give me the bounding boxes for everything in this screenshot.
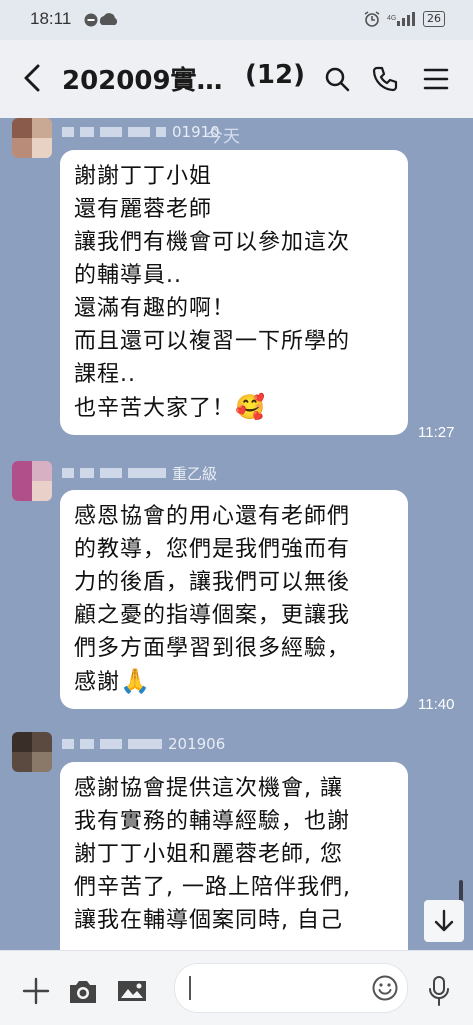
plus-icon[interactable] <box>22 977 50 1005</box>
message-text: 感謝協會提供這次機會, 讓 我有實務的輔導經驗，也謝 謝丁丁小姐和麗蓉老師, 您… <box>74 776 351 933</box>
sender-name: 重乙級 <box>62 462 217 484</box>
message-input[interactable] <box>174 963 408 1013</box>
sender-name-visible: 01910 <box>172 123 220 141</box>
battery-indicator: 26 <box>423 11 445 27</box>
avatar[interactable] <box>12 118 52 158</box>
message-bubble[interactable]: 感謝協會提供這次機會, 讓 我有實務的輔導經驗，也謝 謝丁丁小姐和麗蓉老師, 您… <box>60 762 408 950</box>
camera-icon[interactable] <box>68 977 98 1005</box>
avatar[interactable] <box>12 461 52 501</box>
member-count[interactable]: (12) <box>245 60 305 90</box>
message-composer <box>0 950 473 1025</box>
message-bubble[interactable]: 謝謝丁丁小姐 還有麗蓉老師 讓我們有機會可以參加這次 的輔導員.. 還滿有趣的啊… <box>60 150 408 435</box>
status-time: 18:11 <box>30 9 72 28</box>
alarm-icon <box>364 11 380 27</box>
svg-text:4G: 4G <box>387 15 396 22</box>
microphone-icon[interactable] <box>428 975 450 1007</box>
emoji-smiley-icon[interactable] <box>371 974 399 1002</box>
sender-name: 201906 <box>62 733 225 755</box>
chat-title[interactable]: 202009實… <box>62 60 223 97</box>
status-bar: 18:11 4G 26 <box>0 0 473 40</box>
notification-icons <box>84 13 118 27</box>
scroll-to-bottom-button[interactable] <box>424 900 464 942</box>
back-arrow-icon[interactable] <box>18 60 48 96</box>
system-status-icons: 4G 26 <box>363 10 445 28</box>
text-caret <box>189 976 191 1000</box>
chat-header: 202009實… (12) <box>0 40 473 119</box>
message-text: 謝謝丁丁小姐 還有麗蓉老師 讓我們有機會可以參加這次 的輔導員.. 還滿有趣的啊… <box>74 164 351 421</box>
search-icon[interactable] <box>322 64 352 94</box>
arrow-down-icon <box>434 909 454 932</box>
sender-name: 01910 <box>62 121 220 143</box>
emoji-folded-hands: 🙏 <box>120 667 151 695</box>
message-bubble[interactable]: 感恩協會的用心還有老師們 的教導，您們是我們強而有 力的後盾，讓我們可以無後 顧… <box>60 490 408 709</box>
image-gallery-icon[interactable] <box>116 977 148 1005</box>
signal-icon: 4G <box>387 12 415 26</box>
emoji-smiling-hearts: 🥰 <box>235 393 266 421</box>
menu-icon[interactable] <box>421 64 451 94</box>
avatar[interactable] <box>12 732 52 772</box>
sender-name-visible: 201906 <box>168 735 226 753</box>
message-time: 11:40 <box>418 696 455 713</box>
message-text: 感恩協會的用心還有老師們 的教導，您們是我們強而有 力的後盾，讓我們可以無後 顧… <box>74 504 351 695</box>
phone-call-icon[interactable] <box>370 64 400 94</box>
message-time: 11:27 <box>418 424 455 441</box>
sender-name-visible: 重乙級 <box>172 464 218 483</box>
message-list[interactable]: 今天 01910 謝謝丁丁小姐 還有麗蓉老師 讓我們有機會可以參加這次 的輔導員… <box>0 118 473 950</box>
